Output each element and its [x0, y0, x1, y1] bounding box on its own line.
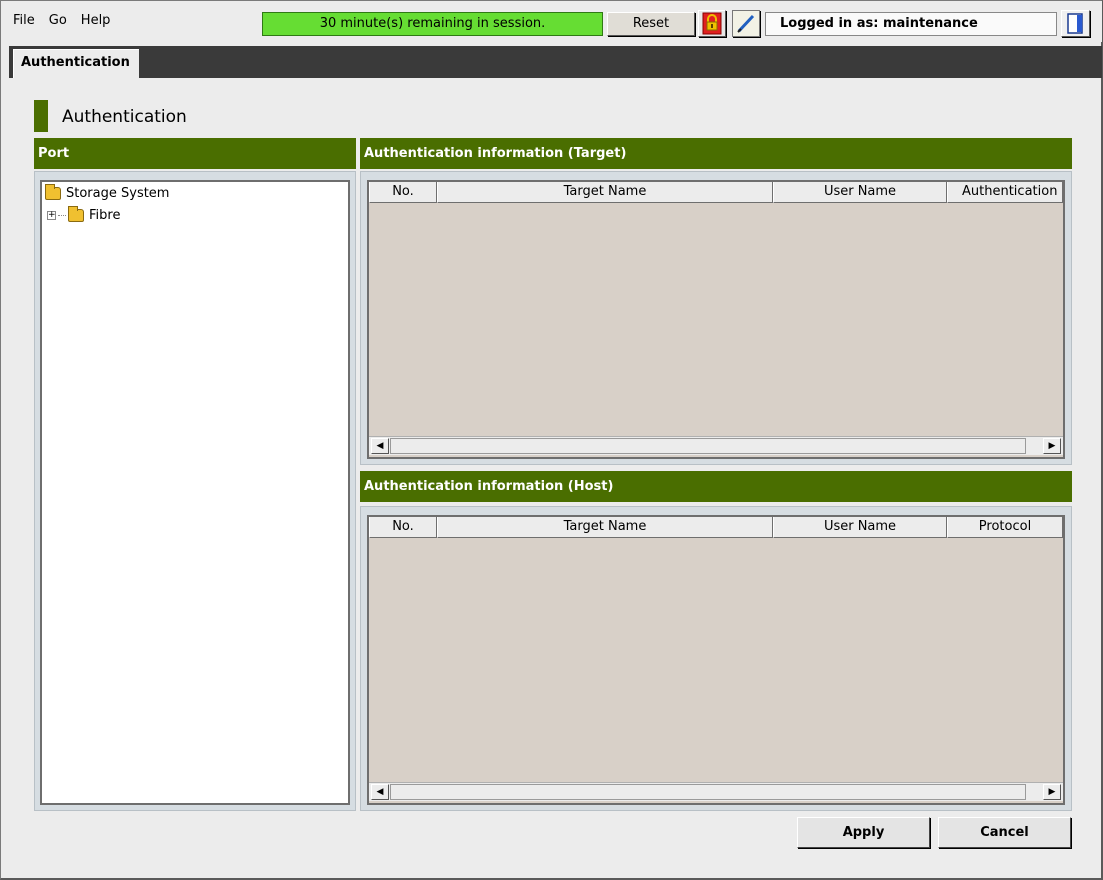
tab-strip: Authentication — [9, 46, 1102, 78]
column-header-target-name[interactable]: Target Name — [437, 517, 773, 538]
column-header-no[interactable]: No. — [369, 517, 437, 538]
target-header: Authentication information (Target) — [360, 138, 1072, 169]
port-tree[interactable]: Storage System + Fibre — [40, 180, 350, 805]
tree-node-storage-system[interactable]: Storage System — [45, 184, 170, 201]
column-header-authentication[interactable]: Authentication — [947, 182, 1063, 203]
application-window: File Go Help 30 minute(s) remaining in s… — [0, 0, 1103, 880]
exit-button[interactable] — [1061, 10, 1090, 37]
column-header-protocol[interactable]: Protocol — [947, 517, 1063, 538]
scroll-right-button[interactable]: ▶ — [1043, 784, 1061, 800]
scroll-left-button[interactable]: ◀ — [371, 784, 389, 800]
host-horizontal-scrollbar[interactable]: ◀ ▶ — [369, 782, 1063, 801]
reset-button[interactable]: Reset — [607, 12, 695, 36]
menu-file[interactable]: File — [13, 13, 35, 28]
session-timer: 30 minute(s) remaining in session. — [262, 12, 603, 36]
menu-bar: File Go Help — [13, 13, 110, 28]
tab-authentication[interactable]: Authentication — [13, 49, 139, 78]
page-title: Authentication — [62, 107, 187, 127]
exit-icon — [1067, 13, 1083, 34]
column-header-user-name[interactable]: User Name — [773, 517, 947, 538]
apply-button[interactable]: Apply — [797, 817, 930, 848]
folder-icon — [45, 184, 61, 200]
column-header-no[interactable]: No. — [369, 182, 437, 203]
tree-connector — [58, 215, 66, 216]
menu-help[interactable]: Help — [81, 13, 111, 28]
expand-icon[interactable]: + — [47, 211, 56, 220]
scroll-right-button[interactable]: ▶ — [1043, 438, 1061, 454]
port-header: Port — [34, 138, 356, 169]
column-header-user-name[interactable]: User Name — [773, 182, 947, 203]
pen-icon — [737, 14, 755, 33]
scroll-thumb[interactable] — [390, 784, 1026, 800]
cancel-button[interactable]: Cancel — [938, 817, 1071, 848]
tree-node-fibre[interactable]: + Fibre — [47, 206, 121, 223]
logged-in-user: Logged in as: maintenance — [765, 12, 1057, 36]
lock-icon — [702, 12, 722, 35]
column-header-target-name[interactable]: Target Name — [437, 182, 773, 203]
scroll-left-button[interactable]: ◀ — [371, 438, 389, 454]
top-bar: File Go Help 30 minute(s) remaining in s… — [1, 1, 1102, 42]
scroll-thumb[interactable] — [390, 438, 1026, 454]
host-header: Authentication information (Host) — [360, 471, 1072, 502]
title-marker — [34, 100, 48, 132]
tree-node-label: Storage System — [66, 186, 170, 201]
menu-go[interactable]: Go — [49, 13, 67, 28]
lock-button[interactable] — [698, 10, 726, 37]
target-table[interactable]: No. Target Name User Name Authentication… — [367, 180, 1065, 459]
tree-node-label: Fibre — [89, 208, 121, 223]
edit-mode-button[interactable] — [732, 10, 760, 37]
folder-icon — [68, 206, 84, 222]
target-horizontal-scrollbar[interactable]: ◀ ▶ — [369, 436, 1063, 455]
host-table[interactable]: No. Target Name User Name Protocol ◀ ▶ — [367, 515, 1065, 805]
